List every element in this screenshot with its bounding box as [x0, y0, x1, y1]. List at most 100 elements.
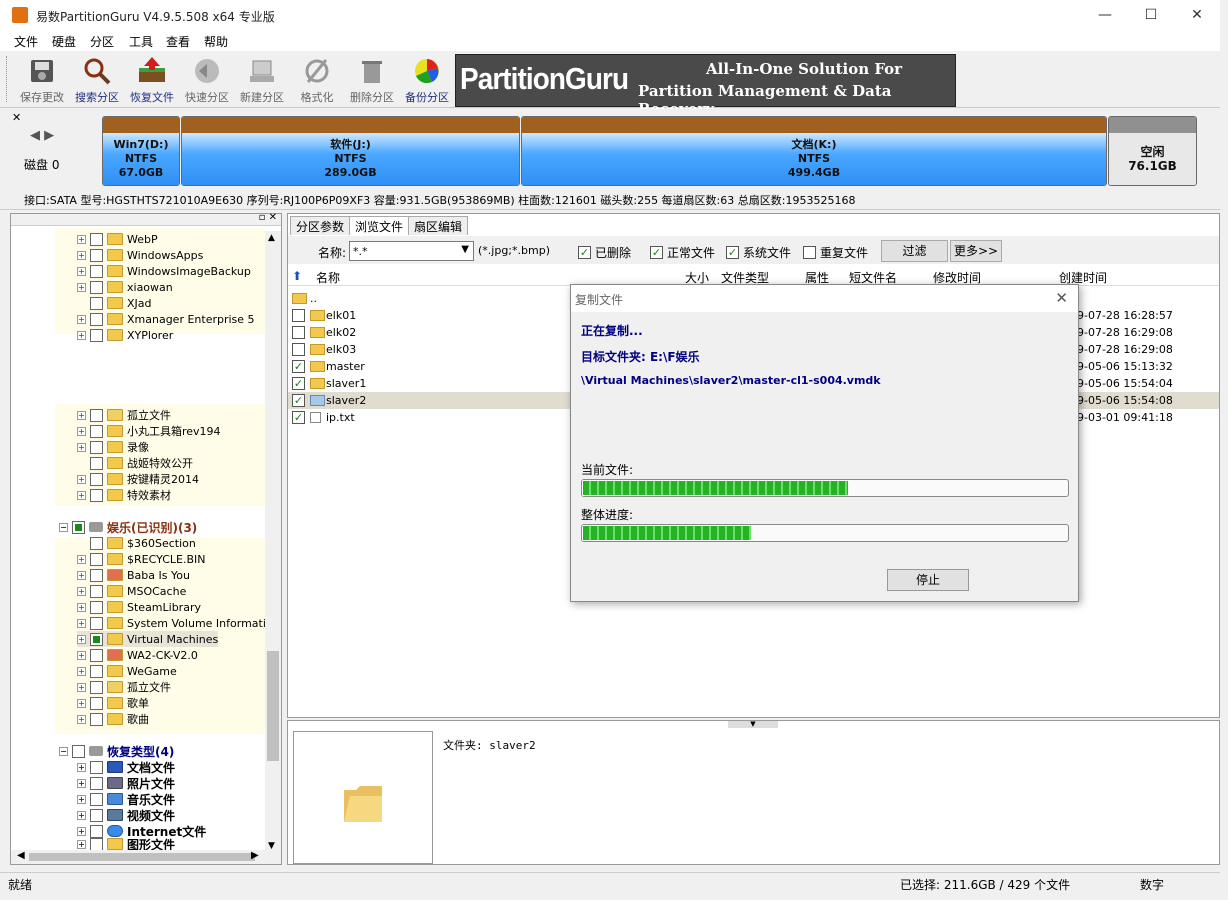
tree-item[interactable]: + 录像: [77, 439, 149, 455]
folder-tree[interactable]: ▫ ✕ + WebP + WindowsApps + WindowsImageBack…: [10, 212, 282, 865]
folder-icon: [344, 786, 382, 822]
menu-disk[interactable]: 硬盘: [52, 33, 76, 50]
filter-hint: (*.jpg;*.bmp): [478, 244, 550, 257]
filter-button[interactable]: 过滤: [881, 240, 948, 262]
disk-map: ✕ ◀ ▶ 磁盘 0 Win7(D:) NTFS 67.0GB 软件(J:) NTFS…: [0, 109, 1220, 189]
menu-file[interactable]: 文件: [14, 33, 38, 50]
menu-bar: 文件 硬盘 分区 工具 查看 帮助: [0, 30, 1220, 51]
tab-browse-files[interactable]: 浏览文件: [349, 216, 410, 235]
tree-item[interactable]: + SteamLibrary: [77, 599, 201, 615]
menu-view[interactable]: 查看: [166, 33, 190, 50]
maximize-button[interactable]: ☐: [1128, 0, 1174, 30]
selection-summary: 已选择: 211.6GB / 429 个文件: [900, 878, 1071, 892]
tab-partition-params[interactable]: 分区参数: [290, 216, 351, 235]
format-icon: [301, 56, 333, 86]
check-normal-files[interactable]: ✓ 正常文件: [650, 244, 715, 261]
menu-partition[interactable]: 分区: [90, 33, 114, 50]
stop-button[interactable]: 停止: [887, 569, 969, 591]
tree-item[interactable]: + 孤立文件: [77, 679, 171, 695]
quick-partition-button[interactable]: 快速分区: [179, 56, 235, 106]
tab-sector-edit[interactable]: 扇区编辑: [408, 216, 469, 235]
tree-item[interactable]: + 视频文件: [77, 807, 175, 823]
search-partition-button[interactable]: 搜索分区: [69, 56, 125, 106]
new-partition-button[interactable]: 新建分区: [234, 56, 290, 106]
tree-item[interactable]: + WeGame: [77, 663, 177, 679]
partition-win7[interactable]: Win7(D:) NTFS 67.0GB: [102, 116, 180, 186]
tree-item[interactable]: + 歌单: [77, 695, 149, 711]
tree-item[interactable]: + 歌曲: [77, 711, 149, 727]
tree-item[interactable]: 战姬特效公开: [90, 455, 193, 471]
tree-item[interactable]: + WindowsApps: [77, 247, 203, 263]
tree-item[interactable]: + 图形文件: [77, 838, 175, 850]
close-x-icon[interactable]: ✕: [12, 111, 21, 124]
minimize-button[interactable]: —: [1082, 0, 1128, 30]
tree-item[interactable]: + 小丸工具箱rev194: [77, 423, 221, 439]
tree-item[interactable]: + WA2-CK-V2.0: [77, 647, 198, 663]
tree-item[interactable]: XJad: [90, 295, 152, 311]
tree-item[interactable]: + 特效素材: [77, 487, 171, 503]
disk-nav-arrows-icon[interactable]: ◀ ▶: [30, 128, 54, 143]
tree-item[interactable]: + 孤立文件: [77, 407, 171, 423]
dialog-title: 复制文件: [571, 285, 1078, 312]
splitter-handle[interactable]: ▼: [728, 721, 778, 728]
banner-line1: All-In-One Solution For: [706, 60, 903, 78]
window-title: 易数PartitionGuru V4.9.5.508 x64 专业版: [36, 10, 275, 24]
tree-item[interactable]: $360Section: [90, 535, 196, 551]
close-button[interactable]: ✕: [1174, 0, 1220, 30]
tree-item[interactable]: + Internet文件: [77, 823, 206, 839]
recover-files-button[interactable]: 恢复文件: [124, 56, 180, 106]
banner-logo: PartitionGuru: [460, 61, 629, 96]
status-text: 就绪: [8, 878, 33, 892]
tree-item[interactable]: + WindowsImageBackup: [77, 263, 251, 279]
numlock-indicator: 数字: [1140, 878, 1165, 892]
current-path: \Virtual Machines\slaver2\master-cl1-s00…: [581, 374, 881, 387]
save-changes-button[interactable]: 保存更改: [14, 56, 70, 106]
chevron-down-icon: ▼: [461, 244, 469, 255]
up-arrow-icon[interactable]: ⬆: [292, 269, 302, 283]
total-progress-label: 整体进度:: [581, 508, 634, 522]
column-header: ⬆ 名称 大小 文件类型 属性 短文件名 修改时间 创建时间: [288, 266, 1219, 286]
col-name[interactable]: 名称: [316, 269, 340, 286]
tree-item[interactable]: + XYPlorer: [77, 327, 173, 343]
product-banner: PartitionGuru All-In-One Solution For Pa…: [455, 54, 956, 118]
tree-vertical-scrollbar[interactable]: ▲ ▼: [265, 231, 281, 851]
tree-item[interactable]: + xiaowan: [77, 279, 173, 295]
tree-item[interactable]: + Xmanager Enterprise 5: [77, 311, 255, 327]
quick-partition-icon: [191, 56, 223, 86]
more-button[interactable]: 更多>>: [950, 240, 1002, 262]
partition-docs[interactable]: 文档(K:) NTFS 499.4GB: [521, 116, 1107, 186]
total-progress: [581, 524, 1069, 542]
tree-item[interactable]: + Baba Is You: [77, 567, 190, 583]
tree-item[interactable]: + WebP: [77, 231, 158, 247]
dialog-close-icon[interactable]: ✕: [1055, 289, 1068, 307]
preview-pane: ▼ 文件夹: slaver2: [287, 720, 1220, 865]
tree-recover-types[interactable]: − 恢复类型(4): [59, 743, 174, 759]
tree-drive-entertainment[interactable]: − 娱乐(已识别)(3): [59, 519, 197, 535]
tree-horizontal-scrollbar[interactable]: ◀ ▶: [11, 850, 281, 864]
partition-free[interactable]: 空闲 76.1GB: [1108, 116, 1197, 186]
backup-partition-button[interactable]: 备份分区: [399, 56, 455, 106]
tree-item[interactable]: + 按键精灵2014: [77, 471, 199, 487]
tree-item[interactable]: + 照片文件: [77, 775, 175, 791]
menu-tools[interactable]: 工具: [129, 33, 153, 50]
save-icon: [26, 56, 58, 86]
backup-icon: [411, 56, 443, 86]
tree-item[interactable]: + 音乐文件: [77, 791, 175, 807]
menu-help[interactable]: 帮助: [204, 33, 228, 50]
tree-item-virtual-machines[interactable]: + Virtual Machines: [77, 631, 219, 647]
tree-item[interactable]: + 文档文件: [77, 759, 175, 775]
app-icon: [12, 7, 28, 23]
format-button[interactable]: 格式化: [289, 56, 345, 106]
partition-software[interactable]: 软件(J:) NTFS 289.0GB: [181, 116, 520, 186]
disk-label: 磁盘 0: [24, 158, 60, 172]
tree-item[interactable]: + System Volume Information: [77, 615, 280, 631]
tree-item[interactable]: + MSOCache: [77, 583, 186, 599]
name-filter-combo[interactable]: *.* ▼: [349, 241, 474, 261]
tree-item[interactable]: + $RECYCLE.BIN: [77, 551, 205, 567]
check-system-files[interactable]: ✓ 系统文件: [726, 244, 791, 261]
disk-info: 接口:SATA 型号:HGSTHTS721010A9E630 序列号:RJ100…: [0, 190, 1220, 210]
delete-partition-button[interactable]: 删除分区: [344, 56, 400, 106]
check-deleted[interactable]: ✓ 已删除: [578, 244, 631, 261]
magnifier-icon: [81, 56, 113, 86]
check-duplicate-files[interactable]: 重复文件: [803, 244, 868, 261]
